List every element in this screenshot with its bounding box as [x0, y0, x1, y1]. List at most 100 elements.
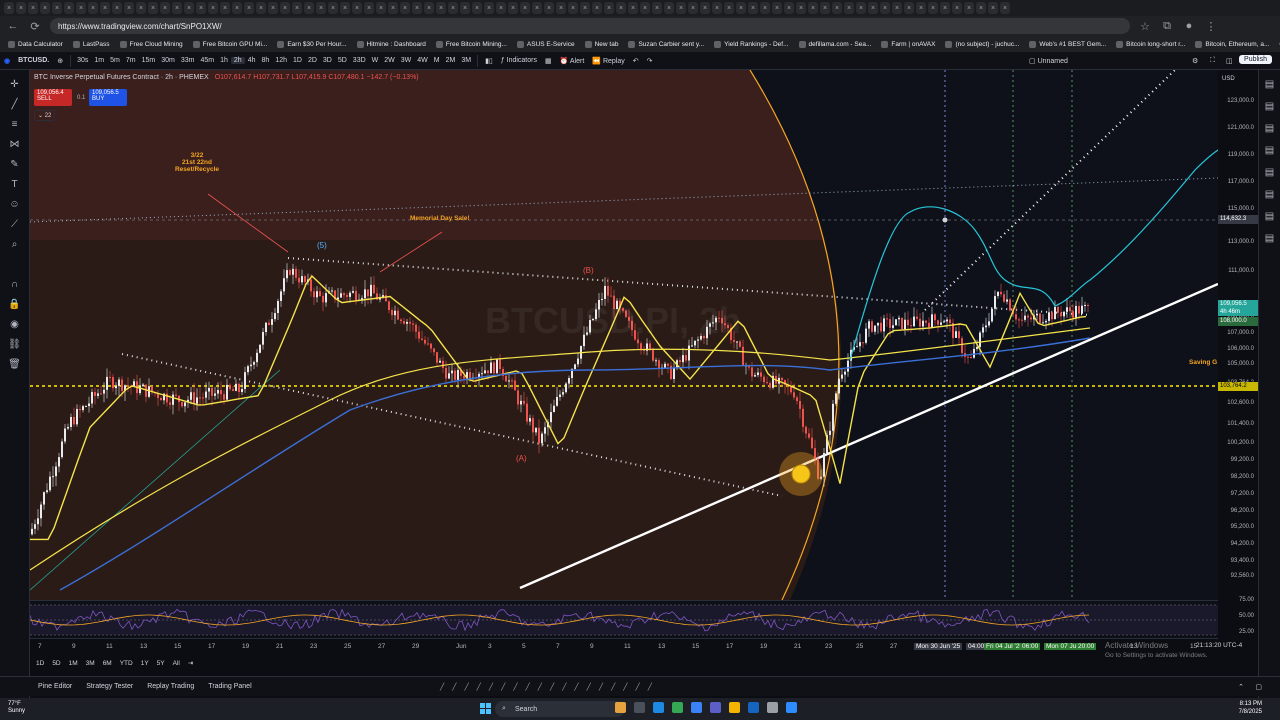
- ruler-icon[interactable]: ╱: [550, 683, 554, 691]
- path-icon[interactable]: ╱: [464, 683, 468, 691]
- browser-tab[interactable]: ×: [952, 2, 962, 14]
- brush-icon[interactable]: ╱: [452, 683, 456, 691]
- rsi-pane[interactable]: [30, 600, 1218, 638]
- rsi-canvas[interactable]: [30, 601, 1218, 638]
- undo-icon[interactable]: ↶: [629, 57, 643, 65]
- add-symbol-icon[interactable]: ⊕: [53, 57, 67, 65]
- redo-icon[interactable]: ↷: [643, 57, 657, 65]
- symbol-search[interactable]: BTCUSD.: [14, 57, 53, 64]
- browser-tab[interactable]: ×: [616, 2, 626, 14]
- bookmark-item[interactable]: Web's #1 BEST Gem...: [1029, 40, 1106, 48]
- interval-30s[interactable]: 30s: [74, 57, 91, 64]
- browser-tab[interactable]: ×: [988, 2, 998, 14]
- interval-3M[interactable]: 3M: [458, 57, 474, 64]
- calendar-icon[interactable]: ▤: [1263, 166, 1276, 179]
- interval-8h[interactable]: 8h: [259, 57, 273, 64]
- interval-W[interactable]: W: [369, 57, 382, 64]
- browser-tab[interactable]: ×: [784, 2, 794, 14]
- browser-tab[interactable]: ×: [592, 2, 602, 14]
- legend-title[interactable]: BTC Inverse Perpetual Futures Contract ·…: [34, 74, 209, 81]
- folder-icon[interactable]: [729, 702, 740, 713]
- news-icon[interactable]: ▤: [1263, 144, 1276, 157]
- browser-tab[interactable]: ×: [424, 2, 434, 14]
- range-YTD[interactable]: YTD: [120, 660, 133, 667]
- browser-tab[interactable]: ×: [748, 2, 758, 14]
- help-icon[interactable]: ▤: [1263, 232, 1276, 245]
- browser-tab[interactable]: ×: [28, 2, 38, 14]
- interval-4h[interactable]: 4h: [245, 57, 259, 64]
- browser-tab[interactable]: ×: [208, 2, 218, 14]
- browser-tab[interactable]: ×: [400, 2, 410, 14]
- browser-tab[interactable]: ×: [436, 2, 446, 14]
- browser-tab[interactable]: ×: [628, 2, 638, 14]
- crosshair-icon[interactable]: ╱: [501, 683, 505, 691]
- text-icon[interactable]: T: [8, 178, 21, 191]
- link-icon[interactable]: ⛓: [8, 338, 21, 351]
- maximize-icon[interactable]: ▢: [1255, 683, 1262, 691]
- range-All[interactable]: All: [173, 660, 180, 667]
- browser-tab[interactable]: ×: [244, 2, 254, 14]
- browser-tab[interactable]: ×: [232, 2, 242, 14]
- bookmark-item[interactable]: (no subject) - juchuc...: [945, 40, 1019, 48]
- fib-icon[interactable]: ╱: [562, 683, 566, 691]
- browser-tab[interactable]: ×: [448, 2, 458, 14]
- browser-tab[interactable]: ×: [268, 2, 278, 14]
- back-icon[interactable]: ←: [6, 19, 20, 33]
- browser-tab[interactable]: ×: [1000, 2, 1010, 14]
- browser-tab[interactable]: ×: [64, 2, 74, 14]
- browser-tab[interactable]: ×: [112, 2, 122, 14]
- bookmark-item[interactable]: defillama.com - Sea...: [798, 40, 871, 48]
- wave-icon[interactable]: ╱: [611, 683, 615, 691]
- interval-1m[interactable]: 1m: [91, 57, 107, 64]
- interval-3D[interactable]: 3D: [320, 57, 335, 64]
- range-5D[interactable]: 5D: [52, 660, 60, 667]
- url-field[interactable]: https://www.tradingview.com/chart/SnPO1X…: [50, 18, 1130, 34]
- rect-icon[interactable]: ╱: [513, 683, 517, 691]
- bookmark-item[interactable]: Data Calculator: [8, 40, 63, 48]
- range-1M[interactable]: 1M: [69, 660, 78, 667]
- indicator-count[interactable]: ⌄ 22: [34, 110, 56, 121]
- browser-tab[interactable]: ×: [160, 2, 170, 14]
- pattern-icon[interactable]: ⋈: [8, 138, 21, 151]
- browser-tab[interactable]: ×: [472, 2, 482, 14]
- chat-icon[interactable]: ▤: [1263, 188, 1276, 201]
- magnet-icon[interactable]: ∩: [8, 278, 21, 291]
- interval-1D[interactable]: 1D: [290, 57, 305, 64]
- browser-tab[interactable]: ×: [88, 2, 98, 14]
- settings-icon[interactable]: [767, 702, 778, 713]
- hline-icon[interactable]: ╱: [599, 683, 603, 691]
- browser-tab[interactable]: ×: [328, 2, 338, 14]
- browser-tab[interactable]: ×: [772, 2, 782, 14]
- browser-tab[interactable]: ×: [376, 2, 386, 14]
- pattern-icon[interactable]: ╱: [477, 683, 481, 691]
- browser-tab[interactable]: ×: [820, 2, 830, 14]
- browser-tab[interactable]: ×: [4, 2, 14, 14]
- interval-4W[interactable]: 4W: [414, 57, 431, 64]
- browser-tab[interactable]: ×: [172, 2, 182, 14]
- ruler-icon[interactable]: ⟋: [8, 218, 21, 231]
- fib-icon[interactable]: ≡: [8, 118, 21, 131]
- range-3M[interactable]: 3M: [86, 660, 95, 667]
- browser-tab[interactable]: ×: [352, 2, 362, 14]
- browser-tab[interactable]: ×: [868, 2, 878, 14]
- bookmark-item[interactable]: Free Bitcoin GPU Mi...: [192, 40, 267, 48]
- currency-label[interactable]: USD: [1222, 76, 1235, 82]
- cursor-icon[interactable]: ✛: [8, 78, 21, 91]
- browser-tab[interactable]: ×: [508, 2, 518, 14]
- interval-15m[interactable]: 15m: [139, 57, 159, 64]
- tab-strategy-tester[interactable]: Strategy Tester: [86, 683, 133, 690]
- browser-tab[interactable]: ×: [280, 2, 290, 14]
- lock-icon[interactable]: 🔒: [8, 298, 21, 311]
- browser-tab[interactable]: ×: [880, 2, 890, 14]
- teams-icon[interactable]: [710, 702, 721, 713]
- interval-3W[interactable]: 3W: [398, 57, 415, 64]
- browser-tab[interactable]: ×: [652, 2, 662, 14]
- interval-12h[interactable]: 12h: [272, 57, 290, 64]
- bookmark-item[interactable]: Free Bitcoin Mining...: [435, 40, 507, 48]
- trash-icon[interactable]: 🗑: [8, 358, 21, 371]
- interval-2M[interactable]: 2M: [443, 57, 459, 64]
- task-view-icon[interactable]: [634, 702, 645, 713]
- tab-pine-editor[interactable]: Pine Editor: [38, 683, 72, 690]
- copilot-icon[interactable]: [615, 702, 626, 713]
- browser-tab[interactable]: ×: [52, 2, 62, 14]
